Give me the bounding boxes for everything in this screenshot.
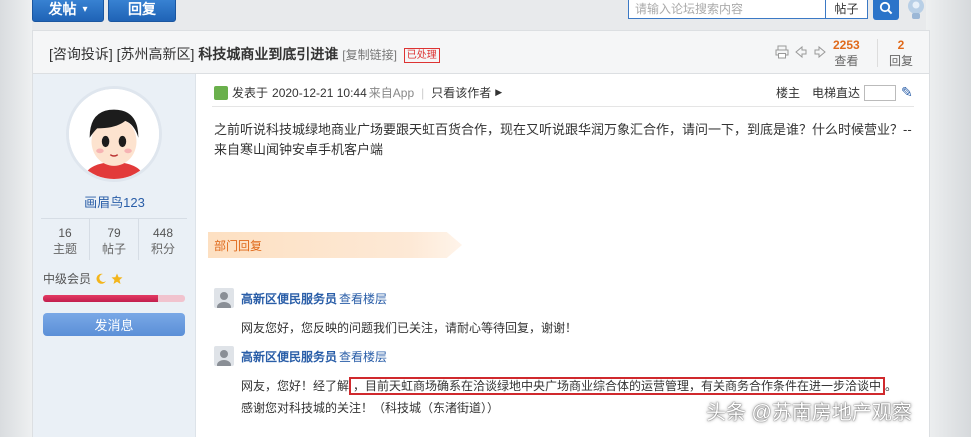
print-icon[interactable]	[775, 45, 789, 59]
stat-divider	[877, 39, 878, 67]
mobile-app-icon	[214, 85, 228, 100]
department-reply-label: 部门回复	[214, 238, 263, 253]
highlighted-text: ，目前天虹商场确系在洽谈绿地中央广场商业综合体的运营管理，有关商务合作条件在进一…	[349, 377, 886, 395]
watermark: 头条 @苏南房地产观察	[706, 402, 912, 424]
search-input[interactable]: 请输入论坛搜索内容	[628, 0, 826, 19]
avatar-image	[69, 89, 159, 179]
moon-icon	[96, 273, 107, 284]
new-post-button[interactable]: 发帖 ▾	[32, 0, 104, 22]
points-label: 积分	[150, 242, 175, 256]
region-tag[interactable]: [苏州高新区]	[117, 46, 195, 62]
floor-jump-input[interactable]	[864, 84, 897, 101]
posts-label: 帖子	[101, 242, 126, 256]
rank-progress-fill	[43, 295, 159, 302]
post-content: 发表于 2020-12-21 10:44 来自App | 只看该作者 ▶ 楼主 …	[196, 74, 929, 437]
thread-header: [咨询投诉] [苏州高新区] 科技城商业到底引进谁 [复制链接] 已处理 225…	[32, 30, 930, 74]
author-sidebar: 画眉鸟123 16 主题 79 帖子 448 积分 中级会员 发消息	[33, 74, 196, 437]
topics-count: 16	[58, 226, 72, 240]
reply-author[interactable]: 高新区便民服务员	[241, 348, 337, 365]
author-name[interactable]: 画眉鸟123	[33, 192, 196, 211]
view-floor-link[interactable]: 查看楼层	[339, 348, 387, 365]
meta-divider: |	[421, 85, 425, 100]
topics-label: 主题	[52, 242, 77, 256]
posts-count: 79	[107, 226, 121, 240]
status-badge: 已处理	[403, 48, 440, 63]
views-count: 2253	[833, 38, 860, 52]
new-post-label: 发帖	[48, 1, 77, 17]
author-stats: 16 主题 79 帖子 448 积分	[41, 218, 187, 260]
from-app[interactable]: 来自App	[369, 84, 414, 101]
reply-avatar[interactable]	[214, 346, 234, 366]
thread-actions	[775, 45, 827, 59]
posted-time: 2020-12-21 10:44	[272, 85, 367, 100]
meta-divider-line	[212, 106, 914, 107]
post: 画眉鸟123 16 主题 79 帖子 448 积分 中级会员 发消息 发表于 2…	[32, 74, 930, 437]
category-tag[interactable]: [咨询投诉]	[49, 46, 113, 62]
floor-label: 楼主	[776, 86, 801, 100]
reply-avatar[interactable]	[214, 288, 234, 308]
points-count: 448	[152, 226, 174, 240]
jump-go-icon[interactable]: ✎	[901, 84, 913, 101]
floor-tools: 楼主 电梯直达 ✎	[776, 84, 913, 101]
copy-link[interactable]: [复制链接]	[342, 48, 397, 62]
search-type-select[interactable]: 帖子	[826, 0, 868, 19]
reply-button[interactable]: 回复	[108, 0, 176, 22]
replies-stat: 2 回复	[889, 37, 913, 69]
author-posts[interactable]: 79 帖子	[90, 219, 139, 260]
page-background-right	[926, 0, 971, 437]
author-points[interactable]: 448 积分	[139, 219, 187, 260]
reply-header: 高新区便民服务员 查看楼层	[214, 346, 914, 366]
reply-header: 高新区便民服务员 查看楼层	[214, 288, 914, 308]
search-button[interactable]	[873, 0, 899, 20]
triangle-right-icon: ▶	[495, 87, 503, 97]
top-toolbar: 发帖 ▾ 回复 请输入论坛搜索内容 帖子	[0, 0, 971, 24]
rank-progress-bar	[43, 295, 185, 302]
replies-count: 2	[897, 38, 905, 52]
lightbulb-icon	[908, 0, 924, 19]
reply-item: 高新区便民服务员 查看楼层 网友您好，您反映的问题我们已关注，请耐心等待回复，谢…	[214, 288, 914, 339]
thread-title-line: [咨询投诉] [苏州高新区] 科技城商业到底引进谁 [复制链接] 已处理	[49, 44, 440, 64]
search-type-label: 帖子	[834, 1, 859, 16]
reply-text-start: 网友，您好！经了解	[241, 379, 350, 393]
post-meta: 发表于 2020-12-21 10:44 来自App | 只看该作者 ▶	[214, 84, 502, 101]
send-message-label: 发消息	[94, 318, 134, 333]
page-background-left	[0, 0, 32, 437]
thread-title: 科技城商业到底引进谁	[198, 46, 339, 62]
author-topics[interactable]: 16 主题	[41, 219, 90, 260]
views-stat: 2253 查看	[833, 37, 860, 69]
chevron-down-icon[interactable]: ▾	[82, 4, 87, 15]
view-floor-link[interactable]: 查看楼层	[339, 290, 387, 307]
department-reply-tag: 部门回复	[208, 232, 462, 258]
avatar[interactable]	[66, 86, 162, 182]
search-placeholder: 请输入论坛搜索内容	[635, 2, 744, 16]
author-rank: 中级会员	[43, 270, 123, 287]
reply-author[interactable]: 高新区便民服务员	[241, 290, 337, 307]
only-author-link[interactable]: 只看该作者	[431, 84, 491, 101]
post-body: 之前听说科技城绿地商业广场要跟天虹百货合作，现在又听说跟华润万象汇合作，请问一下…	[214, 122, 912, 157]
send-message-button[interactable]: 发消息	[43, 313, 185, 336]
star-icon	[111, 273, 123, 284]
rank-label: 中级会员	[43, 272, 92, 286]
next-thread-icon[interactable]	[813, 45, 827, 59]
replies-label: 回复	[889, 54, 914, 68]
reply-label: 回复	[128, 1, 156, 17]
views-label: 查看	[834, 54, 859, 68]
jump-label: 电梯直达	[812, 86, 861, 100]
search-icon	[879, 1, 893, 15]
reply-text: 网友您好，您反映的问题我们已关注，请耐心等待回复，谢谢！	[241, 321, 578, 335]
posted-prefix: 发表于	[232, 86, 269, 100]
previous-thread-icon[interactable]	[794, 45, 808, 59]
